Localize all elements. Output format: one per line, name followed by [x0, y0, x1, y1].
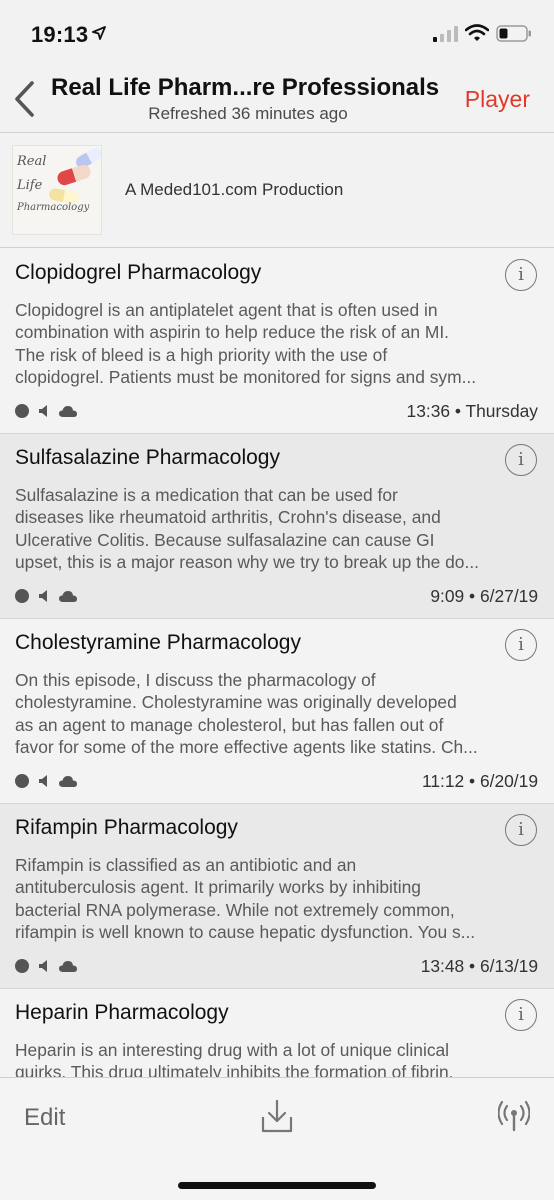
description-line: Sulfasalazine is a medication that can b…: [15, 485, 398, 505]
speaker-icon: [39, 960, 47, 972]
pill-graphic: [55, 163, 93, 187]
edit-button[interactable]: Edit: [24, 1104, 65, 1132]
episode-title: Heparin Pharmacology: [15, 1001, 229, 1024]
description-line: combination with aspirin to help reduce …: [15, 322, 450, 343]
episode-description: Sulfasalazine is a medication that can b…: [15, 484, 541, 574]
speaker-icon: [39, 405, 47, 417]
episode-meta: 13:36 • Thursday: [406, 401, 538, 421]
played-dot-icon: [15, 589, 29, 603]
description-line: clopidogrel. Patients must be monitored …: [15, 367, 477, 388]
description-line: Heparin is an interesting drug with a lo…: [15, 1040, 450, 1060]
artwork-text: Pharmacology: [17, 202, 90, 213]
description-line: Rifampin is classified as an antibiotic …: [15, 855, 357, 875]
info-icon[interactable]: i: [505, 999, 537, 1031]
status-bar: 19:13: [0, 0, 554, 70]
battery-icon: [496, 25, 531, 42]
description-line: upset, this is a major reason why we try…: [15, 552, 479, 573]
podcast-header: Real Life Pharmacology A Meded101.com Pr…: [0, 132, 554, 248]
wifi-icon: [465, 24, 489, 41]
nav-bar: Real Life Pharm...re Professionals Refre…: [0, 70, 554, 130]
speaker-icon: [39, 590, 47, 602]
description-line: bacterial RNA polymerase. While not extr…: [15, 899, 455, 920]
played-dot-icon: [15, 404, 29, 418]
episode-meta: 11:12 • 6/20/19: [421, 771, 538, 791]
artwork-text: Life: [17, 178, 43, 193]
episode-row[interactable]: Sulfasalazine Pharmacology i Sulfasalazi…: [0, 434, 554, 619]
cloud-icon: [59, 776, 77, 787]
episode-description: On this episode, I discuss the pharmacol…: [15, 669, 541, 759]
description-line: cholestyramine. Cholestyramine was origi…: [15, 692, 457, 713]
description-line: Clopidogrel is an antiplatelet agent tha…: [15, 300, 438, 320]
episode-meta: 13:48 • 6/13/19: [420, 956, 538, 976]
episode-description: Rifampin is classified as an antibiotic …: [15, 854, 541, 944]
info-icon[interactable]: i: [505, 814, 537, 846]
description-line: favor for some of the more effective age…: [15, 737, 478, 758]
info-icon[interactable]: i: [505, 444, 537, 476]
refresh-status: Refreshed 36 minutes ago: [148, 104, 348, 123]
episode-title: Clopidogrel Pharmacology: [15, 261, 262, 284]
episode-row[interactable]: Cholestyramine Pharmacology i On this ep…: [0, 619, 554, 804]
description-line: The risk of bleed is a high priority wit…: [15, 344, 388, 365]
player-button[interactable]: Player: [465, 86, 530, 113]
episode-title: Rifampin Pharmacology: [15, 816, 238, 839]
description-line: diseases like rheumatoid arthritis, Croh…: [15, 507, 441, 528]
cloud-icon: [59, 961, 77, 972]
download-icon[interactable]: [261, 1099, 293, 1133]
artwork-text: Real: [17, 154, 47, 169]
description-line: On this episode, I discuss the pharmacol…: [15, 670, 376, 690]
podcast-artwork: Real Life Pharmacology: [12, 145, 102, 235]
location-arrow-icon: [92, 26, 106, 40]
page-title: Real Life Pharm...re Professionals: [51, 74, 440, 101]
podcast-production-credit: A Meded101.com Production: [125, 180, 344, 199]
bottom-toolbar: Edit: [0, 1077, 554, 1200]
played-dot-icon: [15, 959, 29, 973]
episode-row[interactable]: Clopidogrel Pharmacology i Clopidogrel i…: [0, 249, 554, 434]
description-line: as an agent to manage cholesterol, but h…: [15, 714, 444, 735]
home-indicator: [178, 1182, 376, 1189]
broadcast-icon[interactable]: [498, 1100, 530, 1132]
episode-title: Cholestyramine Pharmacology: [15, 631, 301, 654]
episode-description: Heparin is an interesting drug with a lo…: [15, 1039, 541, 1077]
description-line: antituberculosis agent. It primarily wor…: [15, 877, 421, 898]
episode-row[interactable]: Heparin Pharmacology i Heparin is an int…: [0, 989, 554, 1077]
speaker-icon: [39, 775, 47, 787]
episode-list: Clopidogrel Pharmacology i Clopidogrel i…: [0, 249, 554, 1077]
description-line: quirks. This drug ultimately inhibits th…: [15, 1062, 454, 1077]
info-icon[interactable]: i: [505, 629, 537, 661]
episode-meta: 9:09 • 6/27/19: [430, 586, 538, 606]
episode-row[interactable]: Rifampin Pharmacology i Rifampin is clas…: [0, 804, 554, 989]
episode-title: Sulfasalazine Pharmacology: [15, 446, 280, 469]
cloud-icon: [59, 406, 77, 417]
signal-icon: [433, 26, 458, 42]
description-line: rifampin is well known to cause hepatic …: [15, 922, 476, 943]
status-time: 19:13: [31, 22, 89, 47]
cloud-icon: [59, 591, 77, 602]
episode-description: Clopidogrel is an antiplatelet agent tha…: [15, 299, 541, 389]
played-dot-icon: [15, 774, 29, 788]
info-icon[interactable]: i: [505, 259, 537, 291]
description-line: Ulcerative Colitis. Because sulfasalazin…: [15, 529, 435, 550]
